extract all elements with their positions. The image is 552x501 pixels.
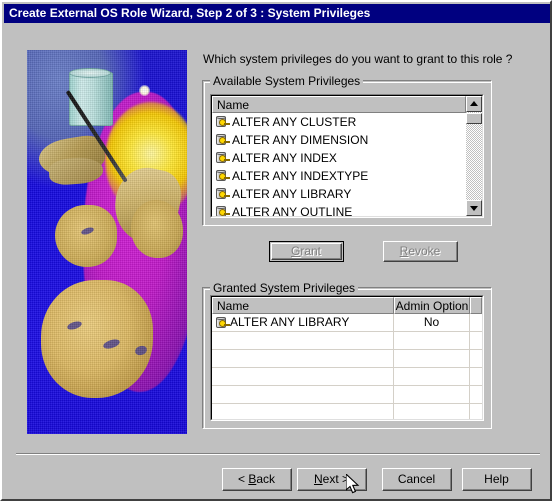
revoke-button-label: Revoke	[399, 244, 441, 258]
list-item-label: ALTER ANY OUTLINE	[232, 205, 353, 216]
privilege-key-icon	[215, 169, 230, 183]
granted-cell-name	[212, 332, 394, 349]
grant-button-label: Grant	[290, 244, 322, 258]
list-item-label: ALTER ANY LIBRARY	[232, 187, 352, 201]
illustration-mask-small-right	[131, 200, 183, 258]
granted-grid-header-row: Name Admin Option	[212, 297, 482, 314]
table-row-empty[interactable]	[212, 386, 482, 404]
list-item[interactable]: ALTER ANY OUTLINE	[212, 203, 466, 216]
table-row-empty[interactable]	[212, 332, 482, 350]
list-item-label: ALTER ANY INDEXTYPE	[232, 169, 369, 183]
wizard-dialog-window: Create External OS Role Wizard, Step 2 o…	[0, 0, 552, 501]
illustration-wand-tip-sparkle	[139, 85, 150, 96]
list-item-label: ALTER ANY INDEX	[232, 151, 337, 165]
granted-cell-admin-option	[394, 368, 470, 385]
available-list-scrollbar[interactable]	[466, 96, 482, 216]
next-button-label: Next >	[313, 472, 350, 486]
scroll-down-icon[interactable]	[466, 200, 482, 216]
privilege-key-icon	[215, 316, 230, 330]
granted-cell-admin-option	[394, 386, 470, 403]
back-button-label: < Back	[237, 472, 276, 486]
window-title-bar: Create External OS Role Wizard, Step 2 o…	[4, 4, 550, 23]
available-column-header-name[interactable]: Name	[212, 96, 466, 113]
granted-privileges-group-label: Granted System Privileges	[210, 281, 359, 295]
granted-cell-name	[212, 368, 394, 385]
list-item[interactable]: ALTER ANY LIBRARY	[212, 185, 466, 203]
scrollbar-thumb[interactable]	[466, 113, 482, 124]
scrollbar-track[interactable]	[466, 112, 482, 200]
granted-column-header-admin-option[interactable]: Admin Option	[394, 297, 470, 314]
granted-cell-extra	[470, 386, 482, 403]
granted-cell-admin-option	[394, 404, 470, 419]
window-title-text: Create External OS Role Wizard, Step 2 o…	[9, 6, 371, 20]
illustration-database-cylinder	[69, 72, 113, 126]
granted-column-header-name[interactable]: Name	[212, 297, 394, 314]
privilege-key-icon	[215, 205, 230, 216]
illustration-mask-small-left	[55, 205, 117, 267]
list-item-label: ALTER ANY CLUSTER	[232, 115, 357, 129]
available-list-rows[interactable]: ALTER ANY CLUSTER ALTER ANY DIMENSION AL…	[212, 113, 466, 216]
illustration-mask-large	[41, 280, 153, 398]
granted-row-label: ALTER ANY LIBRARY	[230, 315, 350, 329]
granted-cell-extra	[470, 350, 482, 367]
grant-button[interactable]: Grant	[269, 241, 344, 262]
revoke-button[interactable]: Revoke	[383, 241, 458, 262]
granted-cell-extra	[470, 368, 482, 385]
granted-cell-name	[212, 386, 394, 403]
table-row-empty[interactable]	[212, 404, 482, 419]
granted-cell-extra	[470, 332, 482, 349]
granted-cell-extra	[470, 404, 482, 419]
granted-cell-admin-option: No	[394, 314, 470, 331]
illustration-cylinder-top	[69, 68, 111, 78]
granted-column-header-extra[interactable]	[470, 297, 482, 314]
available-privileges-group-label: Available System Privileges	[210, 74, 364, 88]
privilege-key-icon	[215, 115, 230, 129]
granted-cell-admin-option	[394, 332, 470, 349]
list-item[interactable]: ALTER ANY INDEX	[212, 149, 466, 167]
granted-cell-name	[212, 350, 394, 367]
scroll-up-icon[interactable]	[466, 96, 482, 112]
back-button[interactable]: < Back	[222, 468, 292, 491]
list-item[interactable]: ALTER ANY CLUSTER	[212, 113, 466, 131]
granted-cell-name: ALTER ANY LIBRARY	[212, 314, 394, 331]
granted-privileges-grid[interactable]: Name Admin Option ALTER ANY LIBRARY No	[210, 295, 484, 421]
granted-cell-admin-option	[394, 350, 470, 367]
next-button[interactable]: Next >	[297, 468, 367, 491]
cancel-button-label: Cancel	[397, 472, 436, 486]
granted-grid-rows[interactable]: ALTER ANY LIBRARY No	[212, 314, 482, 419]
available-list-header-row: Name	[212, 96, 482, 113]
privilege-key-icon	[215, 151, 230, 165]
available-privileges-listbox[interactable]: Name ALTER ANY CLUSTER ALTER ANY DIMENSI…	[210, 94, 484, 218]
granted-cell-extra	[470, 314, 482, 331]
list-item[interactable]: ALTER ANY INDEXTYPE	[212, 167, 466, 185]
footer-separator	[16, 453, 540, 455]
list-item[interactable]: ALTER ANY DIMENSION	[212, 131, 466, 149]
list-item-label: ALTER ANY DIMENSION	[232, 133, 369, 147]
question-label: Which system privileges do you want to g…	[203, 52, 513, 66]
help-button[interactable]: Help	[462, 468, 532, 491]
table-row[interactable]: ALTER ANY LIBRARY No	[212, 314, 482, 332]
granted-cell-name	[212, 404, 394, 419]
help-button-label: Help	[484, 472, 509, 486]
privilege-key-icon	[215, 133, 230, 147]
wizard-illustration	[27, 50, 187, 434]
table-row-empty[interactable]	[212, 368, 482, 386]
privilege-key-icon	[215, 187, 230, 201]
cancel-button[interactable]: Cancel	[382, 468, 452, 491]
table-row-empty[interactable]	[212, 350, 482, 368]
